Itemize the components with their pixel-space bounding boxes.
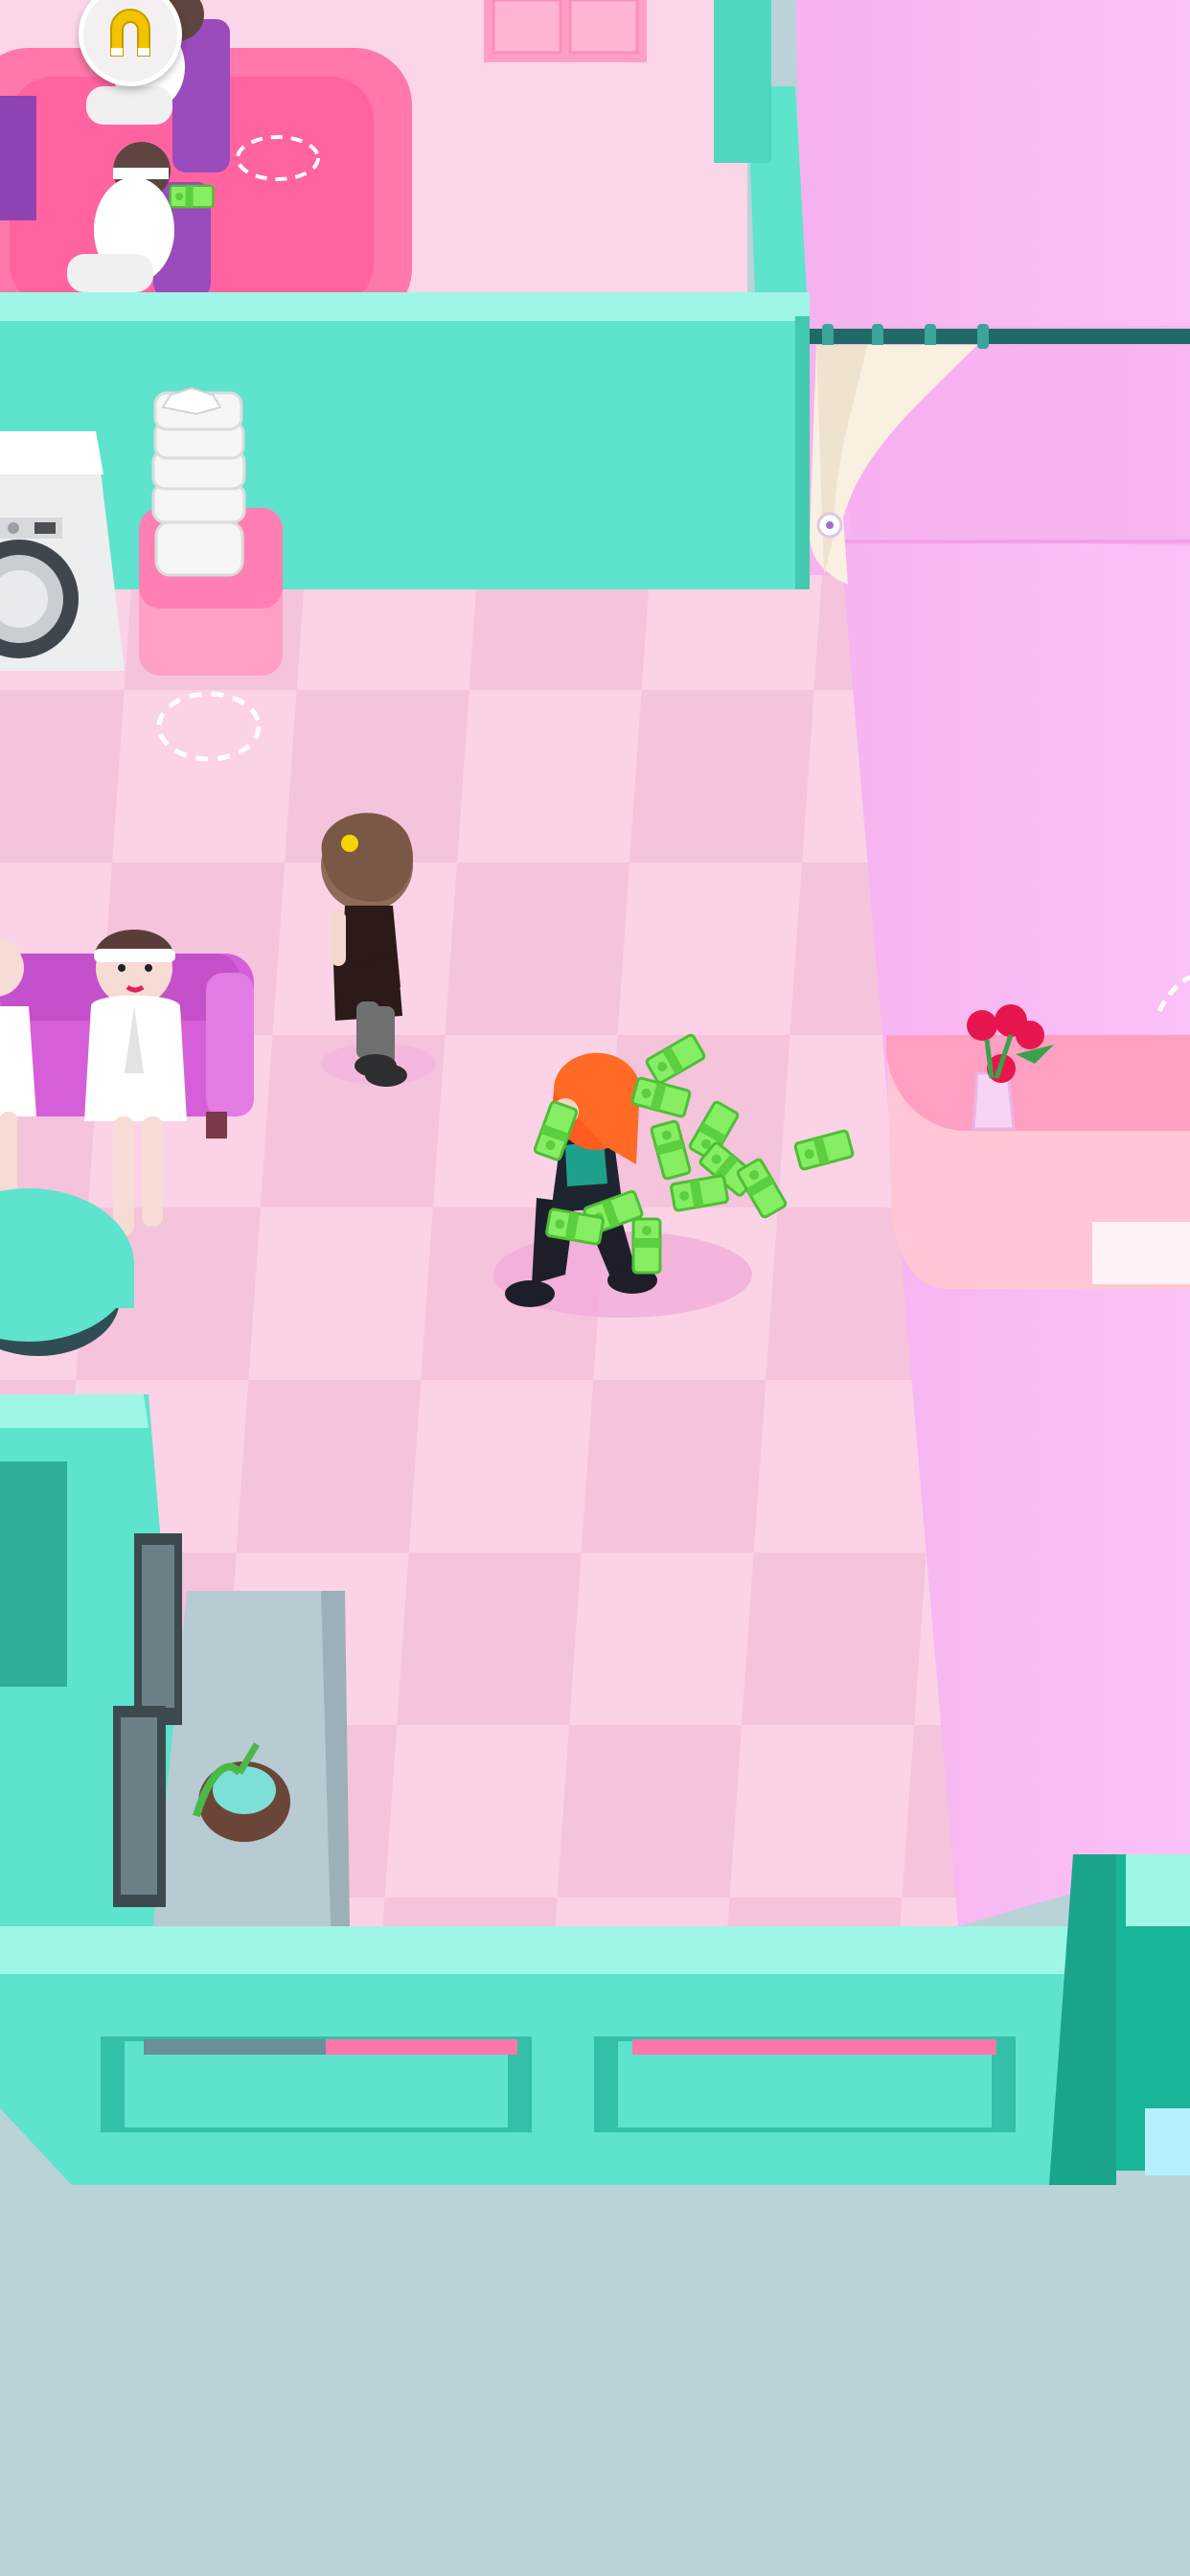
game-scene[interactable] xyxy=(0,0,1190,2576)
curtain-rod xyxy=(810,329,1190,344)
treatment-room-wall xyxy=(0,292,810,589)
magnet-icon xyxy=(110,9,150,57)
reception-desk[interactable] xyxy=(886,1035,1190,1289)
